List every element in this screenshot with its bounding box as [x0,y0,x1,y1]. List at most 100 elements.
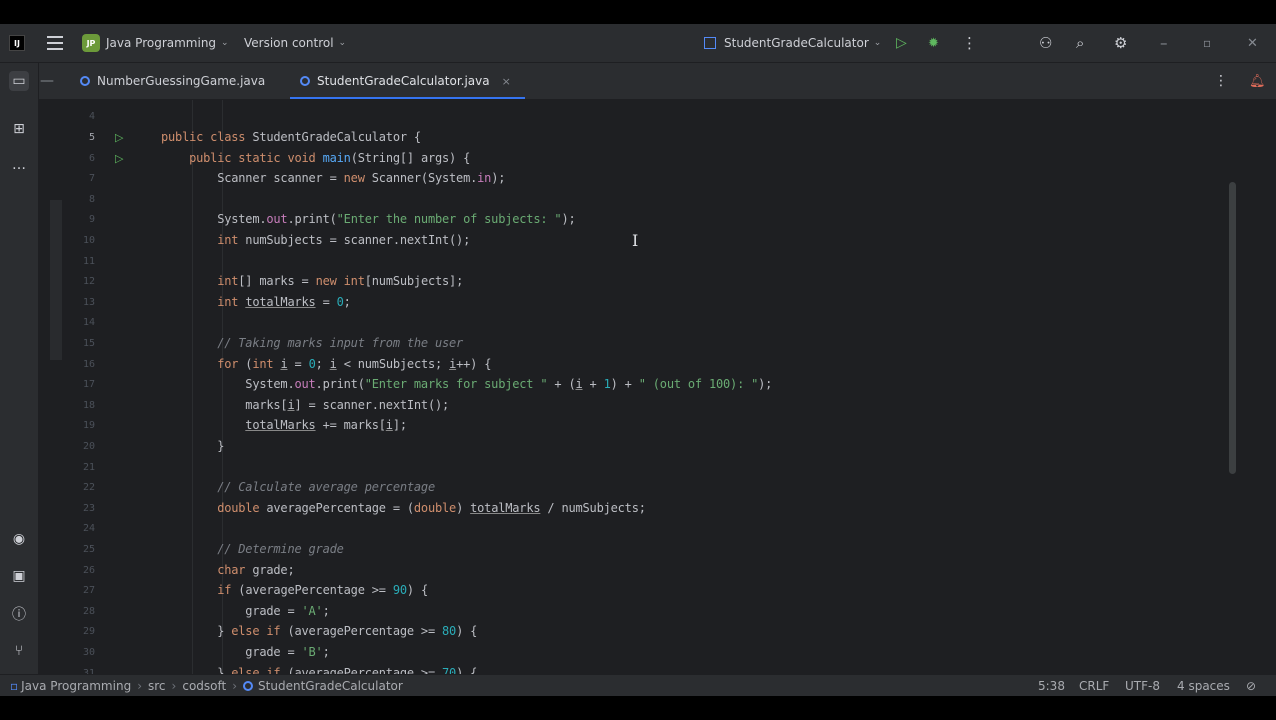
line-number: 24 [82,523,95,535]
vcs-label: Version control [244,36,334,50]
code-line[interactable]: int totalMarks = 0; [161,295,351,309]
tab-options-icon[interactable]: ⋮ [1214,63,1228,99]
run-gutter-icon[interactable]: ▷ [115,152,127,165]
chevron-down-icon: ⌄ [221,38,229,48]
module-icon: ▫ [10,679,19,693]
maximize-icon[interactable]: ▫ [1203,24,1211,62]
code-line[interactable]: } else if (averagePercentage >= 80) { [161,624,477,638]
code-line[interactable]: public static void main(String[] args) { [161,151,470,165]
close-window-icon[interactable]: ✕ [1247,24,1258,62]
readonly-toggle-icon[interactable]: ⊘ [1246,675,1256,696]
services-icon[interactable]: ◉ [9,529,29,549]
code-line[interactable]: } [161,439,224,453]
search-icon[interactable]: ⌕ [1076,24,1084,62]
breadcrumb-separator: › [137,679,142,693]
run-config-icon [704,37,716,49]
line-number: 19 [82,420,95,432]
breadcrumb[interactable]: ▫ Java Programming › src › codsoft › Stu… [10,675,403,696]
chevron-down-icon: ⌄ [873,38,882,48]
gutter-shadow [50,200,62,360]
breadcrumb-separator: › [232,679,238,693]
line-number: 29 [82,626,95,638]
code-editor[interactable]: 4 5 ▷ public class StudentGradeCalculator {… [50,100,1276,680]
line-number: 7 [88,173,95,185]
line-number: 20 [82,441,95,452]
more-tools-icon[interactable]: … [9,155,29,175]
project-widget[interactable]: JP Java Programming ⌄ [82,24,229,62]
run-config-widget[interactable]: StudentGradeCalculator ⌄ [704,24,881,62]
terminal-icon[interactable]: ▣ [9,566,29,586]
line-number: 4 [88,111,95,123]
line-number: 18 [82,399,95,411]
java-class-icon [80,76,90,86]
code-line[interactable]: totalMarks += marks[i]; [161,418,407,432]
line-number: 16 [82,358,95,370]
code-line[interactable]: grade = 'A'; [161,604,330,618]
code-line[interactable]: int[] marks = new int[numSubjects]; [161,274,463,288]
breadcrumb-package[interactable]: codsoft [182,679,226,693]
line-number: 25 [82,544,95,555]
code-line[interactable]: for (int i = 0; i < numSubjects; i++) { [161,357,491,371]
line-number: 23 [82,502,95,514]
line-number: 28 [82,605,95,617]
hide-panel-icon[interactable]: — [37,71,57,91]
code-line[interactable]: marks[i] = scanner.nextInt(); [161,398,449,412]
project-folder-icon[interactable]: ▭ [9,71,29,91]
line-number: 22 [82,482,95,494]
code-line[interactable]: System.out.print("Enter marks for subjec… [161,377,772,391]
line-ending[interactable]: CRLF [1079,675,1109,696]
left-tool-strip: ▭ ⊞ … ◉ ▣ ⓘ ⑂ [0,63,39,674]
run-config-name: StudentGradeCalculator [724,36,869,50]
line-number: 6 [88,152,95,164]
code-line[interactable]: double averagePercentage = (double) tota… [161,501,646,515]
breadcrumb-project[interactable]: Java Programming [21,679,131,693]
tab-number-guessing-game[interactable]: NumberGuessingGame.java [80,63,265,99]
code-line[interactable]: // Determine grade [161,542,344,556]
structure-icon[interactable]: ⊞ [9,119,29,139]
run-gutter-icon[interactable]: ▷ [115,132,127,144]
code-line[interactable]: grade = 'B'; [161,645,330,659]
line-number: 9 [88,214,95,226]
vcs-widget[interactable]: Version control ⌄ [244,24,346,62]
code-line[interactable]: Scanner scanner = new Scanner(System.in)… [161,171,505,185]
code-line[interactable]: // Taking marks input from the user [161,336,463,350]
run-icon[interactable]: ▷ [896,24,907,62]
line-number: 26 [82,564,95,576]
line-number: 14 [82,317,95,329]
settings-gear-icon[interactable]: ⚙ [1114,24,1127,62]
more-actions-icon[interactable]: ⋮ [962,24,977,62]
line-number: 8 [88,193,95,205]
code-line[interactable]: int numSubjects = scanner.nextInt(); [161,233,470,247]
code-line[interactable]: // Calculate average percentage [161,480,435,494]
main-menu-icon[interactable] [47,36,63,50]
java-class-icon [300,76,310,86]
intellij-logo-icon[interactable]: IJ [9,35,25,51]
code-line[interactable]: System.out.print("Enter the number of su… [161,212,576,226]
title-bar: IJ JP Java Programming ⌄ Version control… [0,24,1276,63]
git-icon[interactable]: ⑂ [9,641,29,661]
line-number: 12 [82,276,95,288]
file-encoding[interactable]: UTF-8 [1125,675,1160,696]
line-number: 21 [82,461,95,473]
ide-window: IJ JP Java Programming ⌄ Version control… [0,24,1276,696]
debug-icon[interactable]: ✹ [928,24,939,62]
code-line[interactable]: public class StudentGradeCalculator { [161,130,421,144]
minimize-icon[interactable]: – [1160,24,1168,62]
mouse-cursor-icon: I [632,231,639,250]
notifications-bell-icon[interactable]: 🔔︎ [1249,63,1266,99]
line-number: 10 [82,235,95,246]
caret-position[interactable]: 5:38 [1038,675,1065,696]
breadcrumb-class[interactable]: StudentGradeCalculator [258,679,403,693]
line-number: 15 [82,338,95,349]
code-line[interactable]: if (averagePercentage >= 90) { [161,583,428,597]
project-name: Java Programming [106,36,217,50]
tab-label: NumberGuessingGame.java [97,74,266,88]
code-line[interactable]: char grade; [161,563,294,577]
breadcrumb-src[interactable]: src [148,679,166,693]
add-user-icon[interactable]: ⚇ [1039,24,1052,62]
vertical-scrollbar[interactable] [1229,182,1236,474]
tab-student-grade-calculator[interactable]: StudentGradeCalculator.java × [290,63,525,99]
close-tab-icon[interactable]: × [502,75,511,88]
problems-icon[interactable]: ⓘ [9,604,29,624]
indent-setting[interactable]: 4 spaces [1177,675,1230,696]
